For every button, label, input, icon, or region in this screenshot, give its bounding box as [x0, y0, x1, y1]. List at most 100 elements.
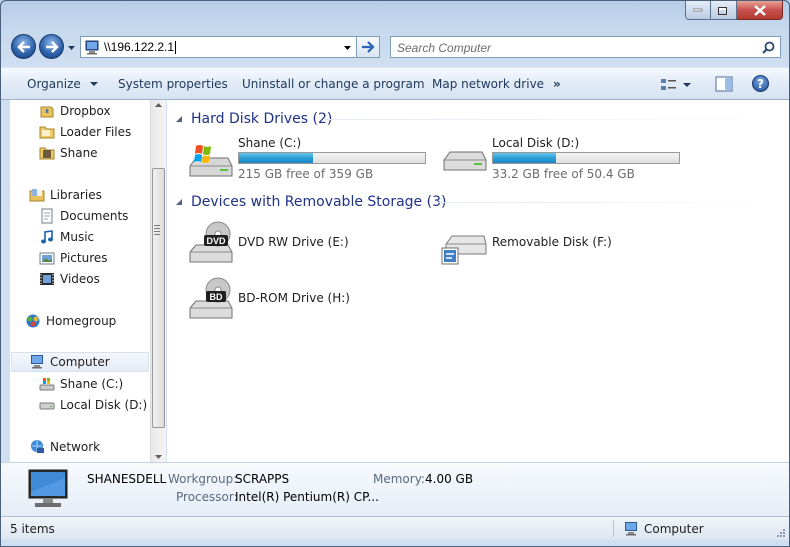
nav-item-network[interactable]: Network — [29, 437, 100, 457]
close-button[interactable] — [737, 1, 783, 20]
drive-usage-fill — [493, 153, 557, 163]
drive-h[interactable]: BD BD-ROM Drive (H:) — [186, 276, 386, 326]
status-separator — [613, 520, 614, 537]
nav-item-music[interactable]: Music — [39, 227, 94, 247]
workgroup-value: SCRAPPS — [235, 472, 290, 486]
group-title: Devices with Removable Storage (3) — [191, 194, 447, 210]
search-icon[interactable] — [762, 41, 775, 54]
nav-item-dropbox[interactable]: Dropbox — [39, 101, 111, 121]
drive-free-space: 33.2 GB free of 50.4 GB — [492, 167, 635, 181]
drive-label: DVD RW Drive (E:) — [238, 235, 349, 249]
navigation-pane: Dropbox Loader Files Shane Libraries Doc… — [10, 100, 150, 462]
drive-c[interactable]: Shane (C:) 215 GB free of 359 GB — [186, 136, 431, 186]
drive-e[interactable]: DVD DVD RW Drive (E:) — [186, 220, 386, 270]
chevron-down-icon — [683, 82, 691, 87]
nav-item-label: Network — [50, 440, 101, 454]
details-pane: SHANESDELL Workgroup: SCRAPPS Memory: 4.… — [1, 462, 789, 516]
documents-icon — [39, 208, 55, 224]
collapse-triangle-icon[interactable] — [175, 115, 183, 123]
homegroup-icon — [25, 313, 41, 329]
user-folder-icon — [39, 145, 55, 161]
group-divider — [435, 202, 781, 203]
dvd-drive-icon: DVD — [189, 221, 233, 263]
computer-icon — [85, 40, 99, 54]
minimize-icon — [693, 8, 703, 12]
scrollbar-thumb[interactable] — [152, 168, 165, 428]
arrow-right-icon — [45, 40, 59, 53]
nav-item-loader-files[interactable]: Loader Files — [39, 122, 131, 142]
music-icon — [39, 229, 55, 245]
nav-item-pictures[interactable]: Pictures — [39, 248, 108, 268]
drive-usage-bar — [238, 152, 426, 164]
bd-rom-drive-icon: BD — [189, 277, 233, 319]
view-tiles-icon — [661, 79, 676, 90]
hard-drive-icon — [39, 397, 55, 413]
nav-item-homegroup[interactable]: Homegroup — [25, 311, 116, 331]
preview-pane-icon[interactable] — [715, 76, 733, 92]
system-drive-icon — [39, 376, 55, 392]
drive-label: Shane (C:) — [238, 136, 302, 150]
nav-item-videos[interactable]: Videos — [39, 269, 100, 289]
network-icon — [29, 439, 45, 455]
change-view-button[interactable] — [660, 76, 692, 94]
recent-pages-icon[interactable] — [67, 43, 76, 52]
restore-icon — [718, 7, 727, 15]
chevron-down-icon — [89, 82, 98, 86]
forward-button[interactable] — [39, 34, 64, 59]
map-network-drive-button[interactable]: Map network drive — [432, 77, 544, 91]
item-count: 5 items — [10, 522, 55, 536]
organize-label: Organize — [27, 77, 81, 91]
go-button[interactable] — [357, 36, 380, 58]
navigation-scrollbar[interactable] — [150, 100, 166, 462]
group-divider — [325, 119, 781, 120]
text-caret — [175, 40, 177, 54]
bd-badge-text: BD — [210, 292, 223, 302]
nav-item-label: Pictures — [60, 251, 108, 265]
maximize-button[interactable] — [711, 1, 737, 20]
nav-item-label: Libraries — [50, 188, 102, 202]
organize-button[interactable]: Organize — [27, 77, 98, 91]
nav-item-documents[interactable]: Documents — [39, 206, 128, 226]
scroll-up-icon[interactable] — [155, 103, 162, 107]
arrow-left-icon — [16, 40, 30, 53]
nav-item-label: Shane — [60, 146, 98, 160]
drive-d[interactable]: Local Disk (D:) 33.2 GB free of 50.4 GB — [440, 136, 685, 186]
drive-label: Removable Disk (F:) — [492, 235, 612, 249]
status-bar: 5 items Computer — [1, 516, 789, 540]
minimize-button[interactable] — [685, 1, 711, 20]
drive-label: Local Disk (D:) — [492, 136, 580, 150]
help-icon: ? — [757, 77, 764, 91]
back-button[interactable] — [11, 34, 36, 59]
memory-label: Memory: — [373, 472, 425, 486]
search-placeholder: Search Computer — [397, 41, 492, 55]
nav-item-computer[interactable]: Computer — [11, 352, 149, 372]
scrollbar-grip — [154, 225, 160, 237]
more-commands-button[interactable]: » — [553, 77, 561, 91]
chevron-down-icon[interactable] — [343, 44, 352, 53]
nav-item-drive-c[interactable]: Shane (C:) — [39, 374, 123, 394]
address-bar[interactable]: \\196.122.2.1 — [80, 36, 357, 58]
computer-name: SHANESDELL — [87, 472, 167, 486]
scroll-down-icon[interactable] — [155, 455, 162, 459]
memory-value: 4.00 GB — [425, 472, 474, 486]
drive-usage-fill — [239, 153, 314, 163]
address-text[interactable]: \\196.122.2.1 — [104, 40, 174, 54]
nav-item-drive-d[interactable]: Local Disk (D:) — [39, 395, 147, 415]
dvd-badge-text: DVD — [206, 236, 226, 246]
drive-f[interactable]: Removable Disk (F:) — [440, 220, 640, 270]
dropbox-icon — [39, 103, 55, 119]
help-button[interactable]: ? — [752, 75, 769, 92]
collapse-triangle-icon[interactable] — [175, 198, 183, 206]
group-header-hard-disks[interactable]: Hard Disk Drives (2) — [175, 109, 781, 129]
uninstall-program-button[interactable]: Uninstall or change a program — [242, 77, 425, 91]
resize-grip-icon[interactable] — [776, 528, 786, 538]
nav-item-libraries[interactable]: Libraries — [29, 185, 102, 205]
workgroup-label: Workgroup: — [168, 472, 238, 486]
group-title: Hard Disk Drives (2) — [191, 111, 333, 127]
nav-item-label: Shane (C:) — [60, 377, 124, 391]
search-box[interactable]: Search Computer — [390, 36, 781, 58]
system-properties-button[interactable]: System properties — [118, 77, 228, 91]
nav-item-shane[interactable]: Shane — [39, 143, 98, 163]
group-header-removable[interactable]: Devices with Removable Storage (3) — [175, 192, 781, 212]
hard-drive-icon — [443, 151, 487, 171]
